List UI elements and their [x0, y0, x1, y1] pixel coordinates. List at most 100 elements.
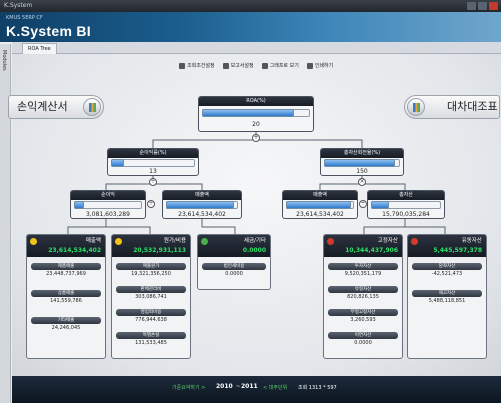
item-label: 판매관리비 — [116, 286, 186, 293]
item-value: 131,533,485 — [135, 340, 167, 346]
node-fill-bar — [111, 159, 124, 167]
item-label: 상품매출 — [31, 290, 101, 297]
node-value: 3,081,603,289 — [86, 211, 130, 218]
list-item[interactable]: 이연자산 0.0000 — [328, 332, 398, 348]
asset-turnover-node[interactable]: 총자산회전율(%) 150 — [320, 148, 404, 176]
node-value: 150 — [356, 168, 368, 175]
item-label: 투자자산 — [328, 263, 398, 270]
cost-group[interactable]: 원가/비용 20,532,931,113 매출원가 19,321,356,250 … — [111, 234, 191, 359]
list-item[interactable]: 특별손실 131,533,485 — [116, 332, 186, 348]
expand-icon[interactable]: + — [252, 134, 260, 142]
group-value: 0.0000 — [242, 247, 266, 254]
net-income-node[interactable]: 순이익 3,081,603,289 — [70, 190, 146, 219]
item-value: 9,520,351,179 — [344, 271, 382, 277]
net-margin-node[interactable]: 순이익률(%) 13 — [107, 148, 199, 176]
list-item[interactable]: 무형고정자산 3,260,593 — [328, 309, 398, 325]
node-fill-bar — [371, 201, 389, 209]
status-dot-icon — [411, 238, 418, 245]
expand-icon[interactable]: ÷ — [147, 200, 155, 208]
node-title: 매출액 — [163, 191, 241, 200]
lookup-count: 조회 1313 * 597 — [298, 385, 337, 391]
group-header: 세금/기타 0.0000 — [198, 235, 270, 257]
list-item[interactable]: 투자자산 9,520,351,179 — [328, 263, 398, 279]
list-item[interactable]: 재고자산 5,488,118,851 — [412, 290, 482, 306]
list-item[interactable]: 당좌자산 -42,521,473 — [412, 263, 482, 279]
expand-icon[interactable]: ÷ — [149, 178, 157, 186]
list-item[interactable]: 기타매출 24,246,045 — [31, 317, 101, 333]
node-track — [74, 201, 142, 209]
item-label: 영업외비용 — [116, 309, 186, 316]
roa-node[interactable]: ROA(%) 20 — [198, 96, 314, 132]
item-value: 776,944,638 — [135, 317, 167, 323]
list-item[interactable]: 유형자산 820,826,135 — [328, 286, 398, 302]
item-label: 당좌자산 — [412, 263, 482, 270]
node-fill-bar — [286, 201, 351, 209]
list-item[interactable]: 법인세비용 0.0000 — [202, 263, 266, 279]
group-header: 매출액 23,614,534,402 — [27, 235, 105, 257]
list-item[interactable]: 제품매출 23,448,737,969 — [31, 263, 101, 279]
node-fill-bar — [324, 159, 395, 167]
item-value: 24,246,045 — [51, 325, 81, 331]
group-value: 20,532,931,113 — [133, 247, 186, 254]
status-bar: 기준요약하기 > 2010 ~ 2011 < 대주단위 조회 1313 * 59… — [12, 376, 501, 403]
app-window: K.System KMUS 5ERP CF K.System BI Module… — [0, 0, 501, 403]
node-title: 총자산 — [368, 191, 444, 200]
status-dot-icon — [201, 238, 208, 245]
group-header: 고정자산 10,344,437,906 — [324, 235, 402, 257]
node-value: 23,614,534,402 — [296, 211, 344, 218]
item-value: 0.0000 — [354, 340, 372, 346]
group-title: 고정자산 — [377, 238, 398, 244]
node-title: 순이익 — [71, 191, 145, 200]
revenue-node-left[interactable]: 매출액 23,614,534,402 — [162, 190, 242, 219]
item-label: 기타매출 — [31, 317, 101, 324]
list-item[interactable]: 매출원가 19,321,356,250 — [116, 263, 186, 279]
tax-group[interactable]: 세금/기타 0.0000 법인세비용 0.0000 — [197, 234, 271, 290]
group-value: 23,614,534,402 — [48, 247, 101, 254]
item-value: 303,086,741 — [135, 294, 167, 300]
fixed-assets-group[interactable]: 고정자산 10,344,437,906 투자자산 9,520,351,179 유형… — [323, 234, 403, 359]
node-title: 순이익률(%) — [108, 149, 198, 158]
item-value: 3,260,593 — [350, 317, 376, 323]
node-fill-bar — [166, 201, 234, 209]
group-title: 세금/기타 — [243, 238, 266, 244]
group-title: 원가/비용 — [163, 238, 186, 244]
list-item[interactable]: 판매관리비 303,086,741 — [116, 286, 186, 302]
group-header: 원가/비용 20,532,931,113 — [112, 235, 190, 257]
revenue-group[interactable]: 매출액 23,614,534,402 제품매출 23,448,737,969 상품… — [26, 234, 106, 359]
item-label: 이연자산 — [328, 332, 398, 339]
item-value: 820,826,135 — [347, 294, 379, 300]
next-link[interactable]: < 대주단위 — [263, 384, 287, 391]
status-dot-icon — [115, 238, 122, 245]
list-item[interactable]: 상품매출 141,559,786 — [31, 290, 101, 306]
item-label: 무형고정자산 — [328, 309, 398, 316]
total-assets-node[interactable]: 총자산 15,790,035,284 — [367, 190, 445, 219]
group-header: 유동자산 5,445,597,378 — [408, 235, 486, 257]
node-title: ROA(%) — [199, 97, 313, 106]
node-value: 20 — [252, 121, 260, 128]
item-label: 매출원가 — [116, 263, 186, 270]
group-title: 유동자산 — [461, 238, 482, 244]
item-value: -42,521,473 — [431, 271, 463, 277]
node-title: 총자산회전율(%) — [321, 149, 403, 158]
item-value: 23,448,737,969 — [46, 271, 86, 277]
item-value: 141,559,786 — [50, 298, 82, 304]
expand-icon[interactable]: × — [358, 178, 366, 186]
node-value: 23,614,534,402 — [178, 211, 226, 218]
expand-icon[interactable]: ÷ — [359, 200, 367, 208]
item-label: 법인세비용 — [202, 263, 266, 270]
group-title: 매출액 — [85, 238, 101, 244]
revenue-node-right[interactable]: 매출액 23,614,534,402 — [282, 190, 358, 219]
node-value: 15,790,035,284 — [382, 211, 430, 218]
item-label: 재고자산 — [412, 290, 482, 297]
item-label: 제품매출 — [31, 263, 101, 270]
year-to[interactable]: 2011 — [241, 383, 258, 390]
year-from[interactable]: 2010 — [216, 383, 233, 390]
prev-link[interactable]: 기준요약하기 > — [172, 384, 205, 391]
item-value: 19,321,356,250 — [131, 271, 171, 277]
group-value: 10,344,437,906 — [345, 247, 398, 254]
status-dot-icon — [327, 238, 334, 245]
node-title: 매출액 — [283, 191, 357, 200]
current-assets-group[interactable]: 유동자산 5,445,597,378 당좌자산 -42,521,473 재고자산 5… — [407, 234, 487, 359]
year-separator: ~ — [236, 384, 241, 390]
list-item[interactable]: 영업외비용 776,944,638 — [116, 309, 186, 325]
